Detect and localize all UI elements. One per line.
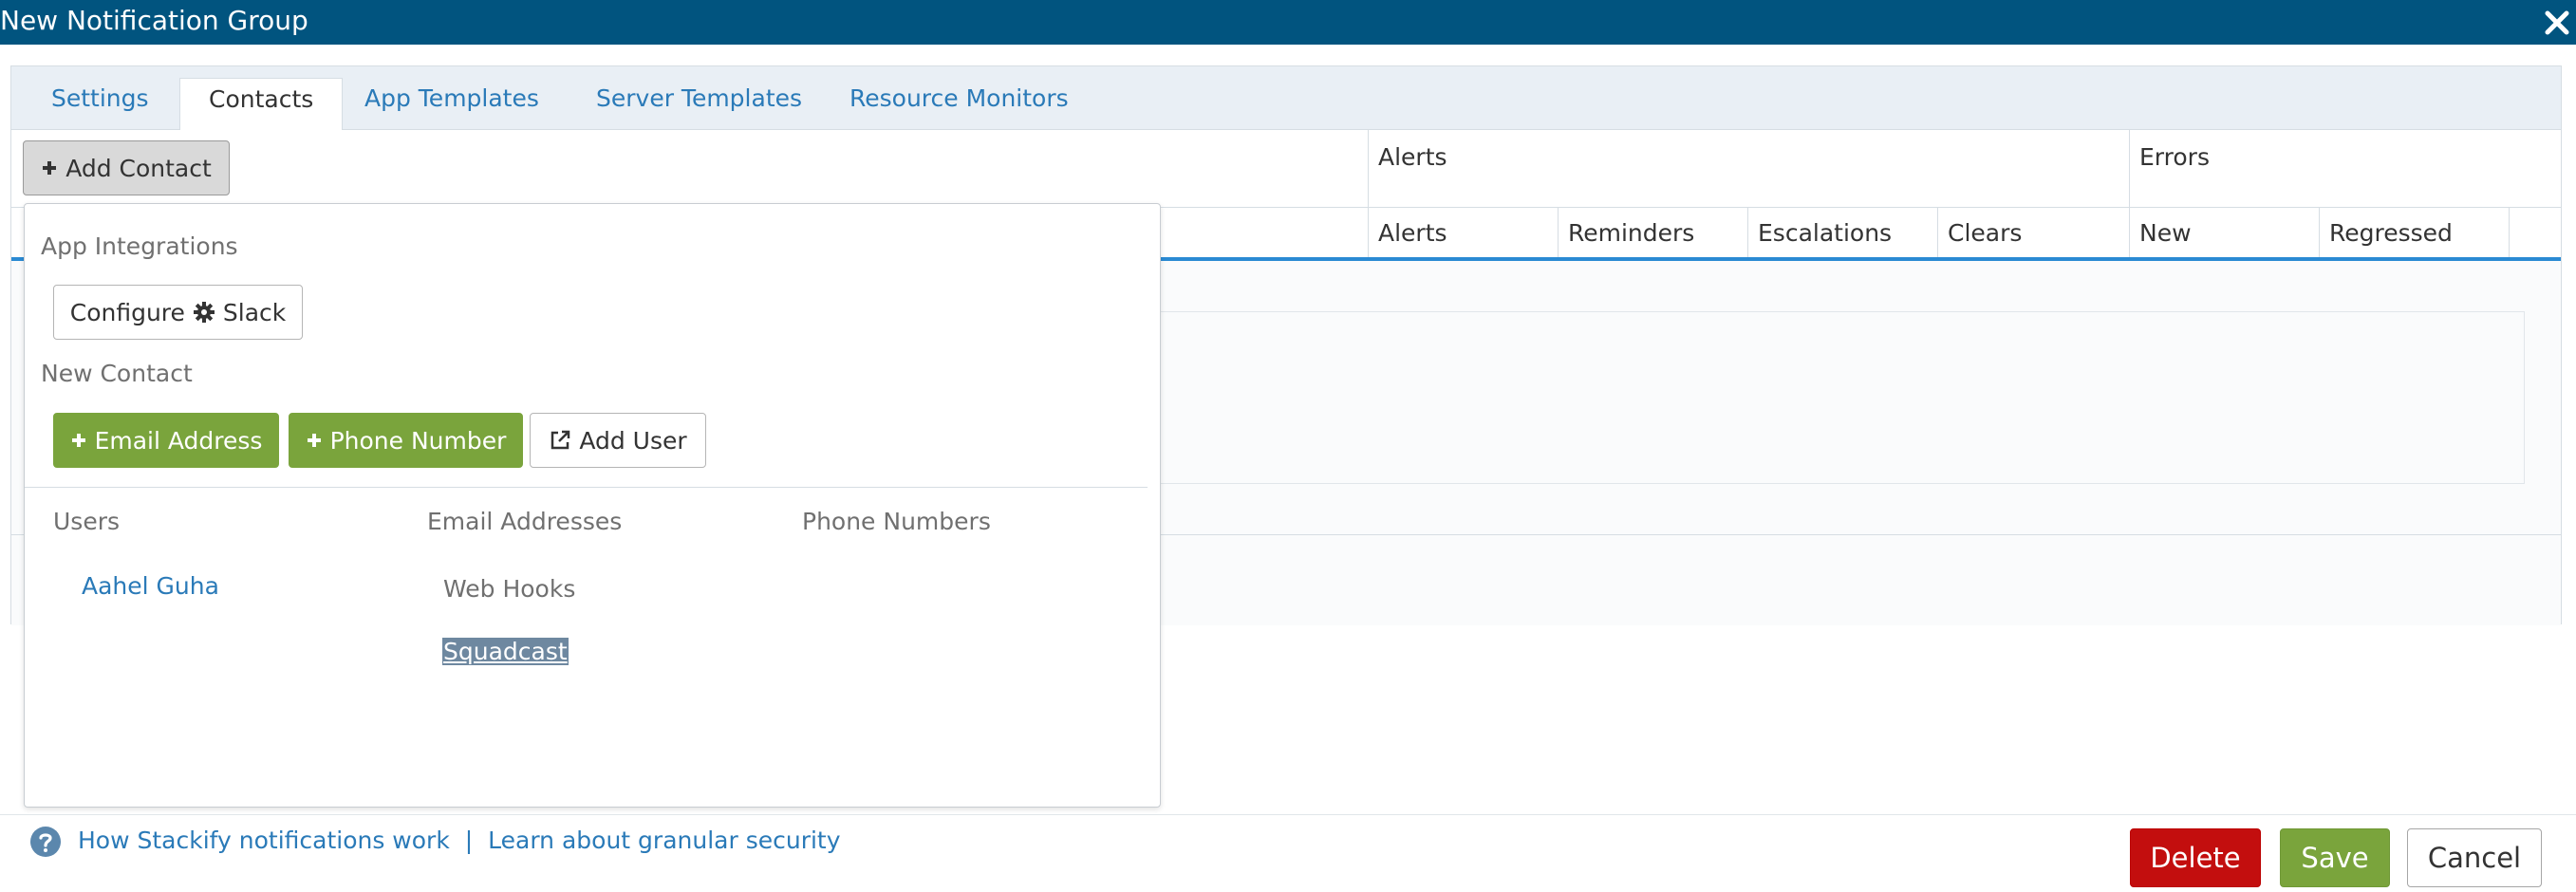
add-email-button[interactable]: Email Address — [53, 413, 279, 468]
tab-app-templates[interactable]: App Templates — [336, 78, 568, 131]
group-header-errors: Errors — [2129, 130, 2562, 207]
plus-icon — [307, 434, 321, 447]
tab-settings[interactable]: Settings — [23, 78, 177, 131]
delete-button[interactable]: Delete — [2130, 828, 2261, 887]
dialog-titlebar: New Notification Group — [0, 0, 2576, 45]
close-icon — [2545, 10, 2569, 34]
webhooks-label: Web Hooks — [443, 575, 576, 603]
external-link-icon — [551, 430, 570, 450]
help-links-separator: | — [464, 827, 474, 854]
column-header-clears[interactable]: Clears — [1937, 208, 2129, 257]
slack-label: Slack — [222, 298, 287, 326]
column-header-escalations[interactable]: Escalations — [1747, 208, 1937, 257]
add-user-button[interactable]: Add User — [530, 413, 706, 468]
add-phone-button[interactable]: Phone Number — [289, 413, 523, 468]
phones-column-heading: Phone Numbers — [802, 508, 991, 535]
add-contact-label: Add Contact — [65, 154, 212, 182]
plus-icon — [43, 161, 57, 175]
column-header-regressed[interactable]: Regressed — [2319, 208, 2509, 257]
group-header-alerts: Alerts — [1368, 130, 2129, 207]
header-group-row: Alerts Errors — [11, 130, 2561, 208]
gear-icon — [193, 302, 215, 323]
emails-column-heading: Email Addresses — [427, 508, 623, 535]
close-button[interactable] — [2538, 0, 2576, 45]
contacts-empty-area — [1160, 311, 2525, 484]
plus-icon — [71, 434, 85, 447]
add-contact-dropdown: App Integrations Configure Slack New Con… — [24, 203, 1161, 808]
users-column-heading: Users — [53, 508, 121, 535]
dialog-title: New Notification Group — [0, 5, 308, 36]
user-item-aahel-guha[interactable]: Aahel Guha — [82, 572, 219, 600]
column-header-new[interactable]: New — [2129, 208, 2319, 257]
help-links: How Stackify notifications work | Learn … — [78, 827, 841, 854]
new-contact-label: New Contact — [41, 360, 193, 387]
dropdown-divider — [25, 487, 1148, 488]
column-header-alerts[interactable]: Alerts — [1368, 208, 1558, 257]
dialog-footer: How Stackify notifications work | Learn … — [0, 814, 2576, 892]
tab-server-templates[interactable]: Server Templates — [568, 78, 831, 131]
add-user-label: Add User — [579, 426, 687, 455]
webhook-item-squadcast[interactable]: Squadcast — [442, 638, 569, 665]
tab-bar: Settings Contacts App Templates Server T… — [11, 66, 2561, 131]
tab-contacts[interactable]: Contacts — [179, 78, 344, 131]
help-link-granular-security[interactable]: Learn about granular security — [488, 827, 840, 854]
tab-resource-monitors[interactable]: Resource Monitors — [821, 78, 1097, 131]
column-header-reminders[interactable]: Reminders — [1558, 208, 1747, 257]
add-phone-label: Phone Number — [329, 426, 507, 455]
save-button[interactable]: Save — [2280, 828, 2390, 887]
add-contact-button[interactable]: Add Contact — [23, 140, 230, 195]
help-link-notifications[interactable]: How Stackify notifications work — [78, 827, 450, 854]
add-email-label: Email Address — [94, 426, 263, 455]
cancel-button[interactable]: Cancel — [2407, 828, 2542, 887]
column-header-spacer — [2509, 208, 2562, 257]
app-integrations-label: App Integrations — [41, 232, 238, 260]
question-icon — [30, 827, 61, 857]
configure-slack-button[interactable]: Configure Slack — [53, 285, 303, 340]
configure-label: Configure — [69, 298, 185, 326]
